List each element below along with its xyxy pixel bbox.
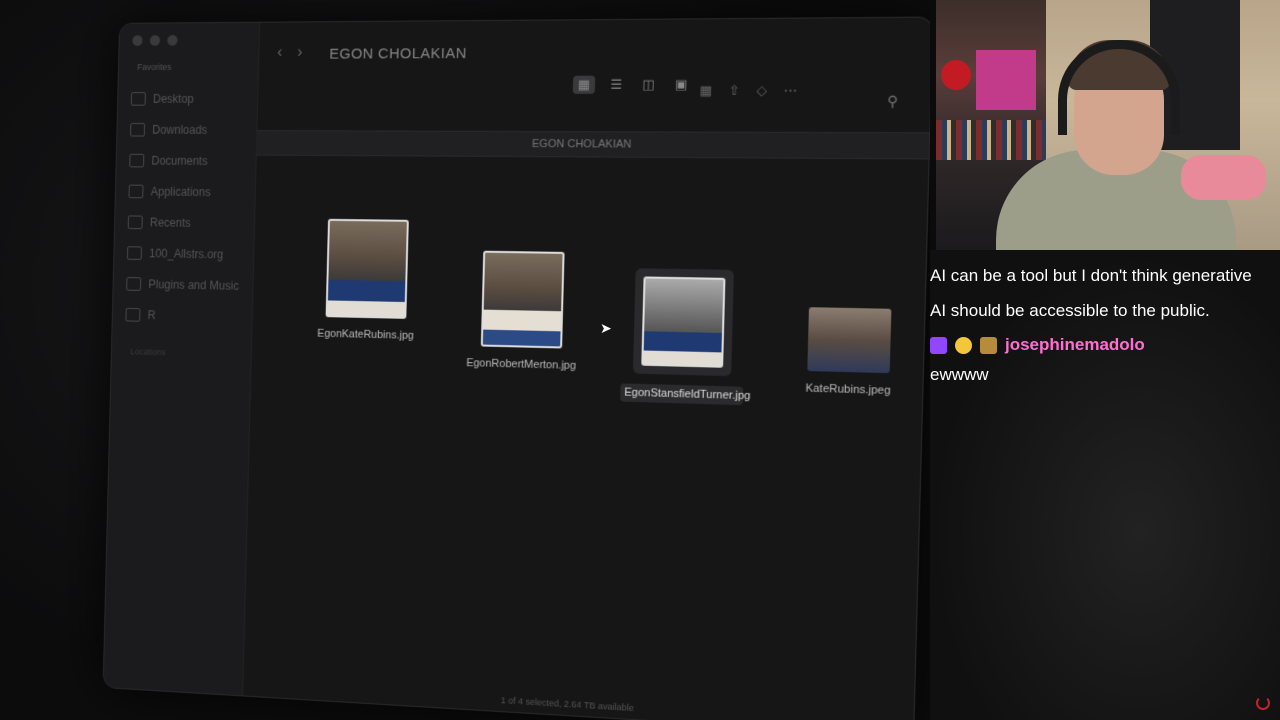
close-window-button[interactable] [132,35,143,46]
folder-icon [127,215,143,230]
icon-view-icon[interactable]: ▦ [572,75,596,94]
sidebar-item-plugins[interactable]: Plugins and Music [126,268,239,301]
downloads-icon [130,122,146,137]
file-name: EgonRobertMerton.jpg [466,357,577,373]
more-icon[interactable]: ⋯ [783,82,797,98]
sidebar-item-label: Applications [150,184,211,199]
finder-toolbar: ‹ › EGON CHOLAKIAN ▦ ☰ ◫ ▣ ▦ ⇧ ◇ ⋯ ⚲ [257,18,930,109]
file-name: KateRubins.jpeg [805,382,891,398]
minimize-window-button[interactable] [149,35,161,46]
gallery-view-icon[interactable]: ▣ [670,75,693,93]
selection-highlight [632,268,734,377]
sidebar-heading-favorites: Favorites [137,62,172,72]
applications-icon [128,184,144,199]
sidebar-item-label: Downloads [152,123,208,137]
finder-window: Favorites Desktop Downloads Documents Ap… [102,16,930,720]
zoom-window-button[interactable] [167,34,178,46]
subscriber-badge-icon [980,336,997,354]
file-thumbnail [641,276,726,368]
file-item[interactable]: EgonKateRubins.jpg [308,218,426,343]
webcam-feed [936,0,1280,250]
chat-message: AI can be a tool but I don't think gener… [930,266,1252,320]
sidebar-item-recents[interactable]: Recents [127,207,241,239]
nav-arrows: ‹ › [277,44,303,62]
twitch-badge-icon [930,336,947,354]
chat-username: josephinemadolo [1005,335,1145,354]
file-thumbnail [807,307,892,374]
group-icon[interactable]: ▦ [699,83,712,99]
chat-message-header: josephinemadolo [930,328,1270,362]
chat-message: ewwww [930,365,989,384]
sidebar-item-desktop[interactable]: Desktop [130,83,244,114]
sidebar-item-documents[interactable]: Documents [129,145,242,177]
window-title: EGON CHOLAKIAN [329,45,467,63]
file-thumbnail [480,250,565,349]
sidebar-item-label: Desktop [152,92,194,106]
tag-icon[interactable]: ◇ [756,83,767,99]
sidebar-item-applications[interactable]: Applications [128,176,241,208]
share-icon[interactable]: ⇧ [728,83,740,99]
view-mode-group: ▦ ☰ ◫ ▣ [572,75,693,94]
list-view-icon[interactable]: ☰ [605,76,628,94]
sidebar-item-downloads[interactable]: Downloads [130,114,243,145]
sidebar-item-allstrs[interactable]: 100_Allstrs.org [126,238,240,271]
microphone [1181,155,1266,200]
file-item-selected[interactable]: EgonStansfieldTurner.jpg [620,268,751,406]
window-controls[interactable] [132,34,178,46]
loading-spinner-icon [1256,696,1270,710]
folder-icon [125,307,141,322]
cheer-badge-icon [955,336,972,354]
finder-sidebar: Favorites Desktop Downloads Documents Ap… [103,22,261,696]
forward-arrow-icon[interactable]: › [297,44,302,62]
column-view-icon[interactable]: ◫ [637,76,660,94]
path-bar: EGON CHOLAKIAN [255,130,930,160]
chat-overlay: AI can be a tool but I don't think gener… [930,258,1270,388]
search-icon[interactable]: ⚲ [887,93,898,111]
toolbar-actions: ▦ ⇧ ◇ ⋯ [699,82,797,98]
back-arrow-icon[interactable]: ‹ [277,44,282,62]
sidebar-item-label: 100_Allstrs.org [148,246,224,262]
file-item[interactable]: EgonRobertMerton.jpg [462,250,584,373]
status-bar: 1 of 4 selected, 2.64 TB available [500,695,634,714]
folder-icon [126,246,142,260]
sidebar-item-label: Plugins and Music [148,277,239,293]
file-grid: EgonKateRubins.jpg EgonRobertMerton.jpg … [286,209,906,486]
file-name: EgonStansfieldTurner.jpg [620,383,751,406]
sidebar-item-label: R [147,308,156,323]
sidebar-item-label: Documents [151,153,208,168]
file-thumbnail [325,218,409,319]
sidebar-list: Desktop Downloads Documents Applications… [125,83,244,332]
sidebar-heading-locations: Locations [130,346,166,358]
desktop-icon [130,92,146,106]
document-icon [129,153,145,168]
folder-icon [126,277,142,291]
sidebar-item-label: Recents [149,215,191,230]
file-name: EgonKateRubins.jpg [317,327,414,342]
sidebar-item-r[interactable]: R [125,299,238,332]
file-item[interactable]: KateRubins.jpeg [785,307,914,399]
mouse-cursor-icon: ➤ [600,320,612,336]
finder-scene: Favorites Desktop Downloads Documents Ap… [0,0,930,720]
